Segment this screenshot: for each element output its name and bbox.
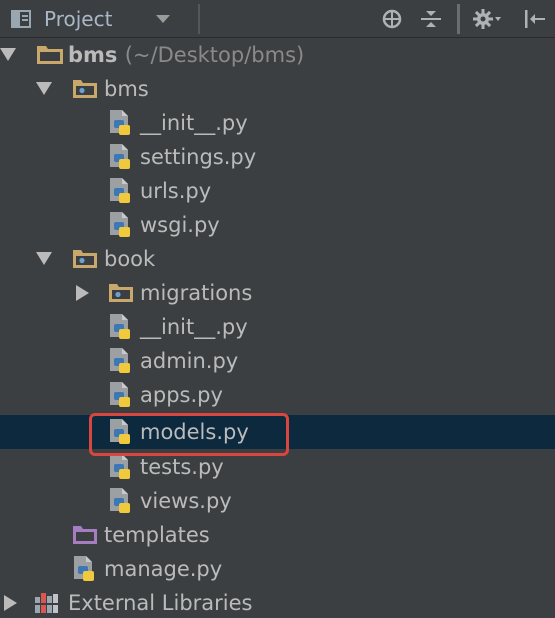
- tree-item-label: bms: [104, 77, 149, 101]
- tree-item-label: book: [104, 247, 156, 271]
- tree-item-label: migrations: [140, 281, 253, 305]
- tree-row-libraries[interactable]: External Libraries: [0, 586, 555, 618]
- package-folder-icon: [73, 80, 97, 98]
- expanded-arrow-icon[interactable]: [0, 48, 16, 61]
- tree-item-label: settings.py: [140, 145, 257, 169]
- tree-item-label: models.py: [140, 420, 249, 444]
- python-file-icon: [110, 178, 130, 203]
- locate-icon[interactable]: [381, 8, 403, 30]
- package-folder-icon: [73, 250, 97, 268]
- tree-item-label: tests.py: [140, 455, 224, 479]
- tree-row-file[interactable]: __init__.py: [0, 310, 555, 344]
- tree-row-root[interactable]: bms (~/Desktop/bms): [0, 38, 555, 72]
- tree-item-label: templates: [104, 523, 210, 547]
- python-file-icon: [110, 419, 130, 444]
- dropdown-caret-icon[interactable]: [156, 15, 171, 23]
- tree-row-file[interactable]: manage.py: [0, 552, 555, 586]
- gear-icon[interactable]: [472, 8, 502, 30]
- root-folder-path: (~/Desktop/bms): [124, 43, 305, 67]
- project-toolbar: Project: [0, 0, 555, 38]
- python-file-icon: [110, 110, 130, 135]
- root-folder-label: bms (~/Desktop/bms): [68, 40, 304, 70]
- tree-row-folder[interactable]: templates: [0, 518, 555, 552]
- toolbar-divider: [457, 4, 460, 34]
- tree-row-file-selected[interactable]: models.py: [0, 415, 555, 449]
- package-folder-icon: [109, 284, 133, 302]
- tree-item-label: admin.py: [140, 349, 239, 373]
- project-view-title: Project: [44, 7, 113, 31]
- tree-row-file[interactable]: settings.py: [0, 140, 555, 174]
- python-file-icon: [74, 556, 94, 581]
- expanded-arrow-icon[interactable]: [36, 252, 52, 265]
- tree-item-label: manage.py: [104, 557, 223, 581]
- collapse-all-icon[interactable]: [420, 8, 442, 30]
- tree-item-label: urls.py: [140, 179, 212, 203]
- tree-row-file[interactable]: admin.py: [0, 344, 555, 378]
- template-folder-icon: [73, 526, 97, 544]
- project-view-selector[interactable]: Project: [10, 7, 171, 31]
- library-books-icon: [35, 593, 58, 613]
- python-file-icon: [110, 454, 130, 479]
- tree-item-label: External Libraries: [68, 591, 253, 615]
- python-file-icon: [110, 488, 130, 513]
- tree-row-package[interactable]: bms: [0, 72, 555, 106]
- tree-row-file[interactable]: tests.py: [0, 450, 555, 484]
- folder-icon: [37, 46, 63, 64]
- python-file-icon: [110, 314, 130, 339]
- tree-item-label: views.py: [140, 489, 232, 513]
- tree-item-label: __init__.py: [140, 315, 248, 339]
- tree-row-file[interactable]: apps.py: [0, 378, 555, 412]
- collapsed-arrow-icon[interactable]: [76, 285, 89, 301]
- hide-panel-icon[interactable]: [523, 8, 547, 30]
- tree-row-file[interactable]: wsgi.py: [0, 208, 555, 242]
- tree-row-package[interactable]: book: [0, 242, 555, 276]
- expanded-arrow-icon[interactable]: [36, 82, 52, 95]
- tree-row-file[interactable]: urls.py: [0, 174, 555, 208]
- tree-row-package[interactable]: migrations: [0, 276, 555, 310]
- tree-item-label: apps.py: [140, 383, 223, 407]
- python-file-icon: [110, 212, 130, 237]
- tree-row-file[interactable]: __init__.py: [0, 106, 555, 140]
- project-view-icon: [11, 10, 31, 28]
- python-file-icon: [110, 144, 130, 169]
- python-file-icon: [110, 348, 130, 373]
- tree-item-label: wsgi.py: [140, 213, 220, 237]
- python-file-icon: [110, 382, 130, 407]
- collapsed-arrow-icon[interactable]: [4, 595, 17, 611]
- tree-item-label: __init__.py: [140, 111, 248, 135]
- tree-row-file[interactable]: views.py: [0, 484, 555, 518]
- toolbar-divider: [198, 4, 200, 34]
- root-folder-name: bms: [68, 43, 118, 67]
